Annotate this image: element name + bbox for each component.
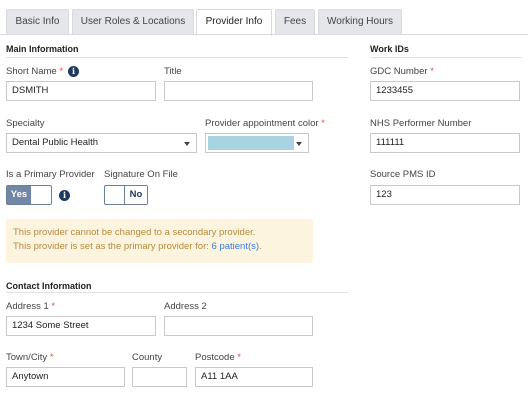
- specialty-label: Specialty: [6, 118, 45, 129]
- gdc-number-label: GDC Number *: [370, 66, 434, 77]
- required-mark: *: [51, 301, 56, 312]
- tab-underline: [0, 34, 528, 35]
- tab-provider-info[interactable]: Provider Info: [196, 9, 272, 36]
- short-name-input[interactable]: DSMITH: [6, 81, 156, 101]
- short-name-label: Short Name *: [6, 66, 64, 77]
- tab-working-hours[interactable]: Working Hours: [318, 9, 402, 35]
- required-mark: *: [430, 66, 434, 77]
- county-input[interactable]: [132, 367, 187, 387]
- primary-provider-label: Is a Primary Provider: [6, 169, 95, 180]
- required-mark: *: [237, 352, 241, 363]
- info-icon[interactable]: i: [68, 66, 79, 77]
- postcode-label: Postcode *: [195, 352, 241, 363]
- main-information-title: Main Information: [6, 44, 79, 54]
- required-mark: *: [49, 352, 54, 363]
- postcode-input[interactable]: A11 1AA: [195, 367, 313, 387]
- color-swatch: [208, 136, 294, 150]
- nhs-performer-input[interactable]: 111111: [370, 133, 520, 153]
- address1-input[interactable]: 1234 Some Street: [6, 316, 156, 336]
- gdc-number-input[interactable]: 1233455: [370, 81, 520, 101]
- work-ids-title: Work IDs: [370, 44, 409, 54]
- title-input[interactable]: [164, 81, 313, 101]
- required-mark: *: [59, 66, 64, 77]
- tab-user-roles-locations[interactable]: User Roles & Locations: [72, 9, 194, 35]
- alert-line-1: This provider cannot be changed to a sec…: [13, 227, 256, 238]
- toggle-yes: Yes: [7, 186, 31, 204]
- address2-input[interactable]: [164, 316, 313, 336]
- source-pms-input[interactable]: 123: [370, 185, 520, 205]
- specialty-select[interactable]: Dental Public Health: [6, 133, 197, 153]
- alert-line-2: This provider is set as the primary prov…: [13, 241, 262, 252]
- main-information-divider: [6, 57, 348, 58]
- toggle-no: No: [124, 186, 147, 204]
- chevron-down-icon: [184, 142, 190, 146]
- title-label: Title: [164, 66, 182, 77]
- address2-label: Address 2: [164, 301, 207, 312]
- nhs-performer-label: NHS Performer Number: [370, 118, 472, 129]
- county-label: County: [132, 352, 163, 363]
- tab-fees[interactable]: Fees: [275, 9, 315, 35]
- town-label: Town/City *: [6, 352, 54, 363]
- signature-toggle[interactable]: No: [104, 185, 148, 205]
- contact-information-title: Contact Information: [6, 281, 92, 291]
- source-pms-label: Source PMS ID: [370, 169, 436, 180]
- specialty-value: Dental Public Health: [12, 137, 99, 148]
- work-ids-divider: [370, 57, 522, 58]
- tab-basic-info[interactable]: Basic Info: [6, 9, 69, 35]
- appointment-color-picker[interactable]: [205, 133, 309, 153]
- required-mark: *: [321, 118, 325, 129]
- primary-provider-toggle[interactable]: Yes: [6, 185, 52, 205]
- chevron-down-icon: [296, 142, 302, 146]
- contact-information-divider: [6, 292, 348, 293]
- tab-bar: Basic Info User Roles & Locations Provid…: [0, 0, 528, 36]
- patients-link[interactable]: 6 patient(s): [212, 241, 260, 252]
- appointment-color-label: Provider appointment color *: [205, 118, 325, 129]
- primary-provider-alert: This provider cannot be changed to a sec…: [6, 219, 313, 263]
- info-icon[interactable]: i: [59, 190, 70, 201]
- signature-label: Signature On File: [104, 169, 178, 180]
- town-input[interactable]: Anytown: [6, 367, 125, 387]
- address1-label: Address 1 *: [6, 301, 56, 312]
